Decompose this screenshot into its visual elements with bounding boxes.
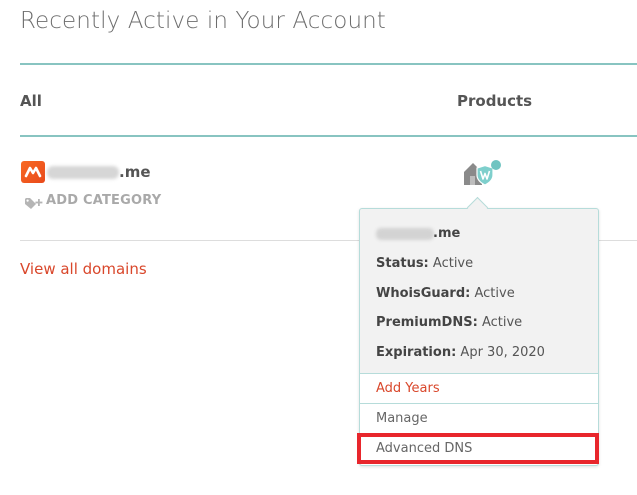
domain-name-redacted (47, 166, 119, 179)
whoisguard-value: Active (474, 286, 515, 301)
add-years-button[interactable]: Add Years (360, 373, 598, 403)
view-all-domains-link[interactable]: View all domains (20, 260, 147, 278)
notification-dot-icon (491, 160, 501, 170)
premiumdns-label: PremiumDNS: (376, 315, 478, 330)
premiumdns-value: Active (481, 315, 523, 330)
domain-name-link[interactable]: .me (119, 163, 151, 181)
product-popup: .me Status: Active WhoisGuard: Active Pr… (359, 208, 599, 466)
popup-premiumdns: PremiumDNS: Active (376, 315, 522, 330)
column-header-all[interactable]: All (20, 92, 42, 110)
brand-logo-icon (21, 161, 45, 183)
popup-domain-redacted (376, 228, 434, 240)
advanced-dns-button[interactable]: Advanced DNS (360, 433, 598, 465)
page-title: Recently Active in Your Account (20, 8, 386, 34)
manage-button[interactable]: Manage (360, 403, 598, 433)
popup-domain-name: .me (433, 226, 461, 241)
status-value: Active (432, 256, 474, 271)
popup-expiration: Expiration: Apr 30, 2020 (376, 345, 545, 360)
popup-whoisguard: WhoisGuard: Active (376, 286, 515, 301)
add-category-link[interactable]: ADD CATEGORY (46, 193, 161, 208)
column-header-products[interactable]: Products (457, 92, 532, 110)
header-divider-top (20, 63, 637, 65)
tag-add-icon[interactable] (24, 195, 44, 214)
expiration-label: Expiration: (376, 345, 457, 360)
status-label: Status: (376, 256, 429, 271)
whoisguard-label: WhoisGuard: (376, 286, 471, 301)
popup-status: Status: Active (376, 256, 473, 271)
expiration-value: Apr 30, 2020 (460, 345, 545, 360)
header-divider-bottom (20, 135, 637, 137)
